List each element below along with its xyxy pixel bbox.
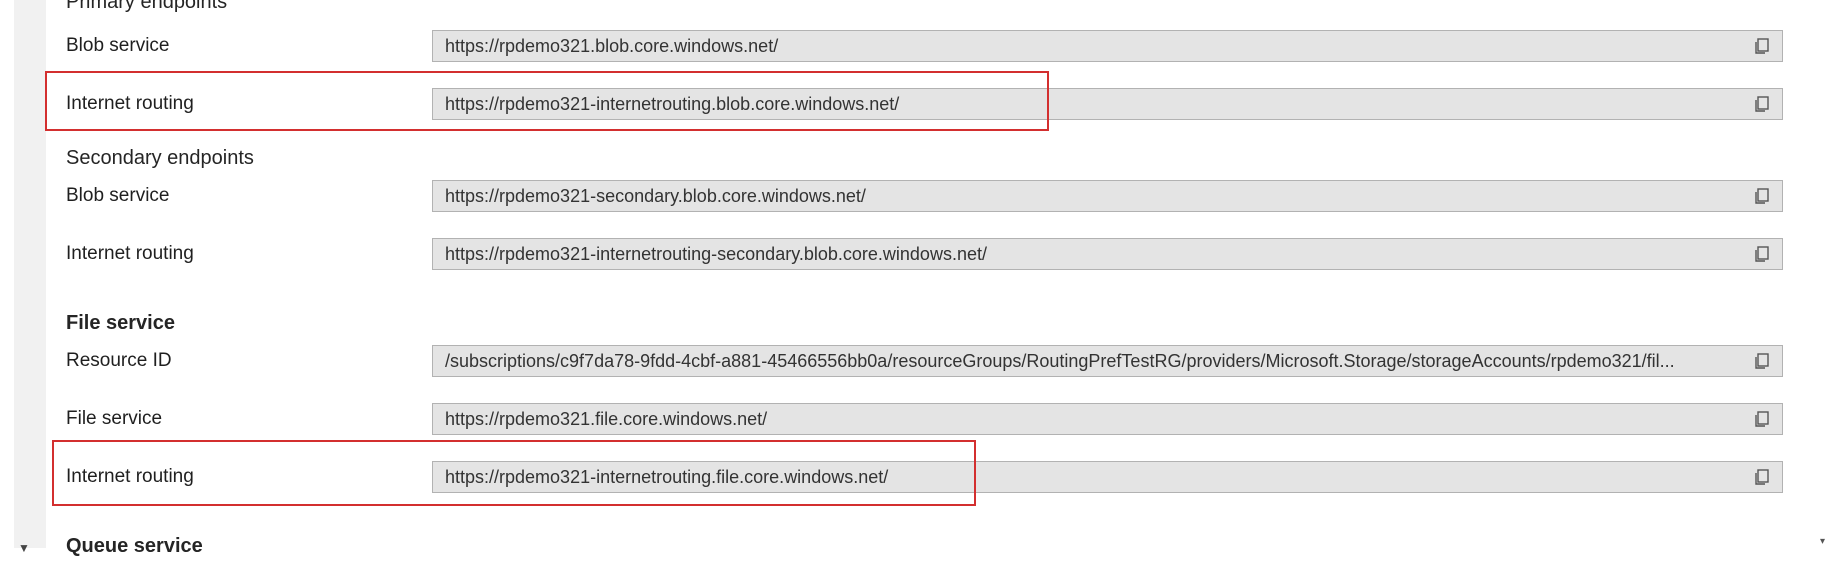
secondary-internet-routing-field[interactable]: https://rpdemo321-internetrouting-second… <box>432 238 1783 270</box>
copy-button[interactable] <box>1742 239 1782 269</box>
secondary-endpoints-heading: Secondary endpoints <box>66 147 254 169</box>
resource-id-label: Resource ID <box>66 350 172 371</box>
resource-id-field[interactable]: /subscriptions/c9f7da78-9fdd-4cbf-a881-4… <box>432 345 1783 377</box>
blob-service-label: Blob service <box>66 35 170 56</box>
highlight-box <box>52 440 976 506</box>
secondary-blob-service-label: Blob service <box>66 185 170 206</box>
file-service-field[interactable]: https://rpdemo321.file.core.windows.net/ <box>432 403 1783 435</box>
copy-button[interactable] <box>1742 404 1782 434</box>
chevron-down-icon[interactable]: ▼ <box>18 541 30 555</box>
copy-button[interactable] <box>1742 31 1782 61</box>
copy-icon <box>1755 353 1769 369</box>
copy-icon <box>1755 96 1769 112</box>
file-service-value: https://rpdemo321.file.core.windows.net/ <box>445 408 768 429</box>
file-service-label: File service <box>66 408 163 429</box>
copy-icon <box>1755 469 1769 485</box>
copy-icon <box>1755 246 1769 262</box>
blob-service-field[interactable]: https://rpdemo321.blob.core.windows.net/ <box>432 30 1783 62</box>
resource-id-value: /subscriptions/c9f7da78-9fdd-4cbf-a881-4… <box>445 350 1675 371</box>
copy-icon <box>1755 188 1769 204</box>
scroll-corner-icon: ▾ <box>1820 536 1826 547</box>
copy-button[interactable] <box>1742 89 1782 119</box>
secondary-blob-service-field[interactable]: https://rpdemo321-secondary.blob.core.wi… <box>432 180 1783 212</box>
queue-service-heading: Queue service <box>66 535 203 557</box>
secondary-internet-routing-value: https://rpdemo321-internetrouting-second… <box>445 243 987 264</box>
vertical-scrollbar[interactable] <box>14 0 46 548</box>
copy-button[interactable] <box>1742 462 1782 492</box>
file-service-heading: File service <box>66 312 175 334</box>
primary-endpoints-heading: Primary endpoints <box>66 0 228 13</box>
blob-service-value: https://rpdemo321.blob.core.windows.net/ <box>445 35 779 56</box>
highlight-box <box>45 71 1049 131</box>
right-margin <box>1828 0 1842 564</box>
copy-button[interactable] <box>1742 181 1782 211</box>
secondary-internet-routing-label: Internet routing <box>66 243 194 264</box>
copy-icon <box>1755 38 1769 54</box>
left-margin <box>0 0 14 564</box>
copy-icon <box>1755 411 1769 427</box>
secondary-blob-service-value: https://rpdemo321-secondary.blob.core.wi… <box>445 185 866 206</box>
copy-button[interactable] <box>1742 346 1782 376</box>
